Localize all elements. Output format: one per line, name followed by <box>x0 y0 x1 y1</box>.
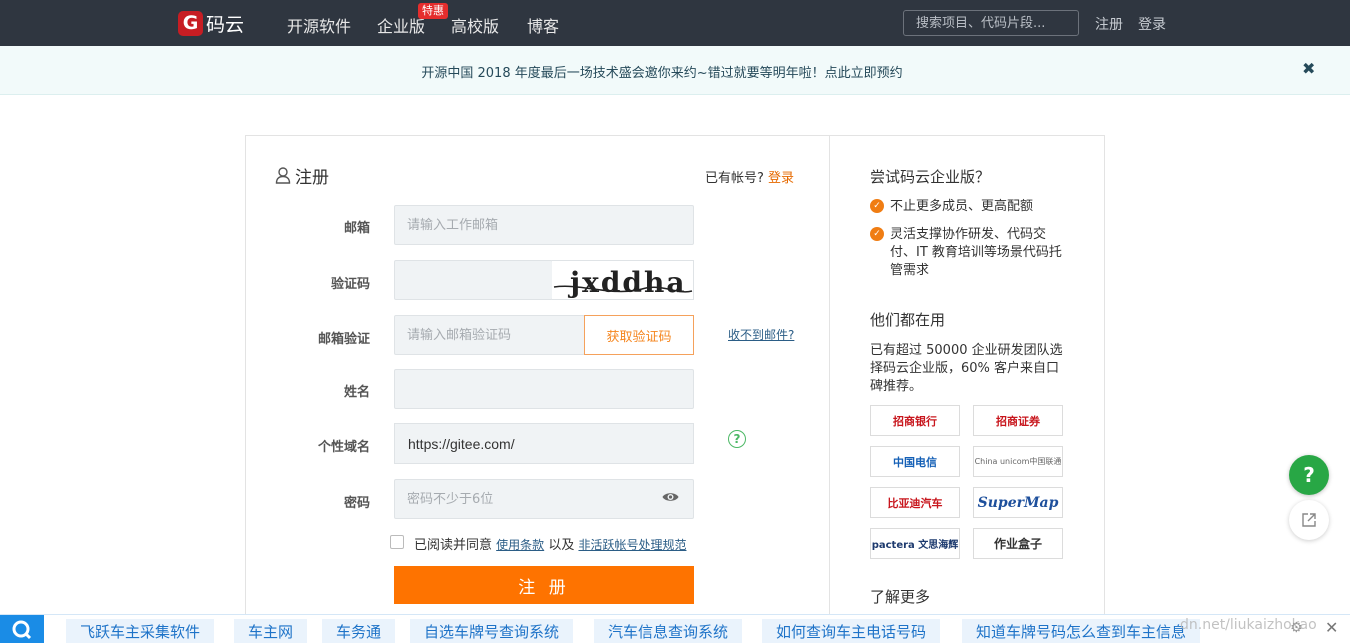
domain-prefix: https://gitee.com/ <box>394 423 541 464</box>
email-code-field[interactable] <box>394 315 585 355</box>
enterprise-bullet-2: ✓ 灵活支撑协作研发、代码交付、IT 教育培训等场景代码托管需求 <box>870 226 1070 280</box>
domain-label: 个性域名 <box>317 440 370 455</box>
announcement-banner[interactable]: 开源中国 2018 年度最后一场技术盛会邀你来约~错过就要等明年啦！点此立即预约… <box>0 46 1350 95</box>
close-icon[interactable]: ✖ <box>1302 59 1315 78</box>
captcha-text: jxddha <box>567 266 686 299</box>
nav-blog[interactable]: 博客 <box>527 13 559 37</box>
register-button[interactable]: 注 册 <box>394 566 694 604</box>
help-icon[interactable]: ? <box>728 430 746 448</box>
zuoyehezi-logo: 作业盒子 <box>973 528 1063 559</box>
get-code-button[interactable]: 获取验证码 <box>584 315 694 355</box>
gear-icon[interactable]: ⚙ <box>1290 620 1303 636</box>
user-icon <box>275 167 291 184</box>
domain-field[interactable] <box>540 423 694 464</box>
captcha-image[interactable]: jxddha <box>552 260 694 300</box>
check-icon: ✓ <box>870 227 884 241</box>
ad-link-6[interactable]: 如何查询车主电话号码 <box>762 619 941 643</box>
pactera-logo: pactera 文思海辉 <box>870 528 960 559</box>
supermap-logo: SuperMap <box>973 487 1063 518</box>
ad-link-5[interactable]: 汽车信息查询系统 <box>594 619 743 643</box>
password-label: 密码 <box>343 496 370 511</box>
form-title-text: 注册 <box>295 168 329 188</box>
email-verify-label: 邮箱验证 <box>317 332 370 347</box>
password-field[interactable] <box>394 479 694 519</box>
logo-mark: G <box>178 10 203 36</box>
email-label: 邮箱 <box>343 221 370 236</box>
bullet-2-text: 灵活支撑协作研发、代码交付、IT 教育培训等场景代码托管需求 <box>890 227 1062 278</box>
cmbc-securities-logo: 招商证券 <box>973 405 1063 436</box>
ad-link-7[interactable]: 知道车牌号码怎么查到车主信息 <box>962 619 1201 643</box>
learn-more[interactable]: 了解更多 <box>870 586 930 607</box>
announcement-text[interactable]: 开源中国 2018 年度最后一场技术盛会邀你来约~错过就要等明年啦！点此立即预约 <box>0 62 1324 81</box>
nav-register-link[interactable]: 注册 <box>1095 14 1123 34</box>
ad-link-1[interactable]: 飞跃车主采集软件 <box>66 619 215 643</box>
no-mail-link[interactable]: 收不到邮件? <box>728 326 794 343</box>
nav-education[interactable]: 高校版 <box>451 13 499 37</box>
share-icon <box>1302 513 1316 527</box>
card-divider <box>829 135 830 615</box>
cmb-logo: 招商银行 <box>870 405 960 436</box>
nav-open-source[interactable]: 开源软件 <box>287 13 351 37</box>
share-float-button[interactable] <box>1289 500 1329 540</box>
agree-text: 已阅读并同意 使用条款 以及 非活跃帐号处理规范 <box>414 534 686 553</box>
top-nav: G 码云 开源软件 企业版 特惠 高校版 博客 注册 登录 <box>0 0 1350 46</box>
agree-prefix: 已阅读并同意 <box>414 538 493 553</box>
agree-and: 以及 <box>548 538 575 553</box>
promo-badge: 特惠 <box>418 3 448 19</box>
name-label: 姓名 <box>343 385 370 400</box>
form-title: 注册 <box>275 163 329 188</box>
users-text: 已有超过 50000 企业研发团队选择码云企业版，60% 客户来自口碑推荐。 <box>870 343 1063 394</box>
enterprise-try-title: 尝试码云企业版？ <box>870 168 991 186</box>
enterprise-bullet-1: ✓ 不止更多成员、更高配额 <box>870 198 1070 216</box>
eye-icon[interactable] <box>662 491 679 503</box>
search-icon[interactable] <box>0 615 44 643</box>
have-account: 已有帐号? 登录 <box>705 167 794 186</box>
agree-checkbox[interactable] <box>390 535 404 549</box>
help-float-button[interactable]: ? <box>1289 455 1329 495</box>
bullet-1-text: 不止更多成员、更高配额 <box>890 199 1034 214</box>
search-input[interactable] <box>903 10 1079 36</box>
ad-link-2[interactable]: 车主网 <box>234 619 308 643</box>
close-icon[interactable]: ✕ <box>1325 618 1338 637</box>
users-title: 他们都在用 <box>870 311 946 329</box>
rules-link[interactable]: 非活跃帐号处理规范 <box>578 538 686 552</box>
nav-login-link[interactable]: 登录 <box>1138 14 1166 34</box>
logo-text: 码云 <box>206 13 245 36</box>
email-field[interactable] <box>394 205 694 245</box>
ad-link-3[interactable]: 车务通 <box>322 619 396 643</box>
byd-logo: 比亚迪汽车 <box>870 487 960 518</box>
have-account-text: 已有帐号? <box>705 171 764 186</box>
login-link[interactable]: 登录 <box>768 171 794 186</box>
check-icon: ✓ <box>870 199 884 213</box>
captcha-field[interactable] <box>394 260 553 300</box>
china-telecom-logo: 中国电信 <box>870 446 960 477</box>
china-unicom-logo: China unicom中国联通 <box>973 446 1063 477</box>
ad-link-4[interactable]: 自选车牌号查询系统 <box>410 619 574 643</box>
logo[interactable]: G 码云 <box>178 10 244 36</box>
terms-link[interactable]: 使用条款 <box>496 538 544 552</box>
captcha-label: 验证码 <box>330 277 370 292</box>
ad-bar: 飞跃车主采集软件 车主网 车务通 自选车牌号查询系统 汽车信息查询系统 如何查询… <box>0 614 1350 643</box>
name-field[interactable] <box>394 369 694 409</box>
